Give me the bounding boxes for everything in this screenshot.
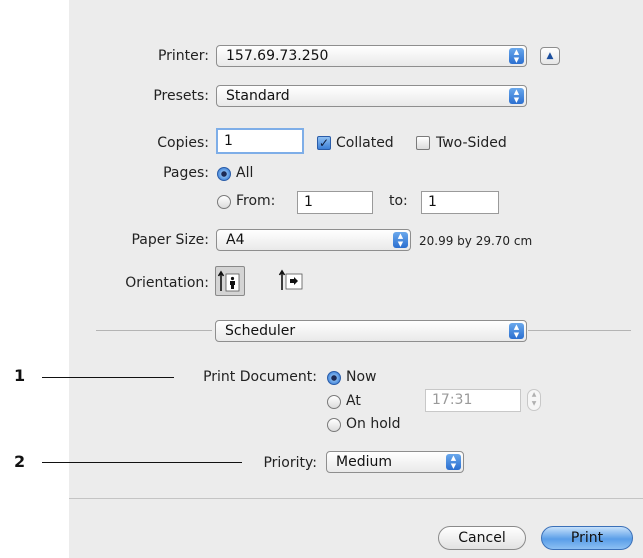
pages-label: Pages:: [163, 165, 209, 181]
orientation-label: Orientation:: [125, 275, 209, 291]
pages-to-field[interactable]: 1: [421, 191, 499, 214]
portrait-orientation-button[interactable]: [215, 266, 245, 296]
print-time-field[interactable]: 17:31: [425, 389, 521, 412]
pages-from-label: From:: [236, 193, 276, 209]
paper-size-popup[interactable]: A4 ▲ ▼: [216, 229, 411, 251]
print-document-label: Print Document:: [203, 369, 317, 385]
callout-line-1: [42, 377, 174, 378]
print-at-label: At: [346, 393, 361, 409]
pages-all-label: All: [236, 165, 254, 181]
paper-size-label: Paper Size:: [131, 232, 209, 248]
print-button[interactable]: Print: [541, 526, 633, 550]
landscape-orientation-button[interactable]: [277, 266, 307, 296]
priority-label: Priority:: [263, 455, 317, 471]
stepper-arrows-icon: ▲ ▼: [509, 323, 524, 339]
printer-label: Printer:: [157, 48, 209, 64]
print-on-hold-label: On hold: [346, 416, 401, 432]
cancel-button[interactable]: Cancel: [438, 526, 526, 550]
presets-value: Standard: [226, 88, 290, 104]
priority-value: Medium: [336, 454, 392, 470]
presets-label: Presets:: [153, 88, 209, 104]
section-divider-left: [96, 330, 212, 331]
callout-line-2: [42, 462, 242, 463]
stepper-arrows-icon: ▲ ▼: [509, 48, 524, 64]
print-now-label: Now: [346, 369, 377, 385]
footer-divider: [69, 498, 643, 499]
two-sided-label: Two-Sided: [436, 135, 507, 151]
section-divider-right: [528, 330, 631, 331]
callout-number-1: 1: [14, 366, 26, 385]
section-value: Scheduler: [225, 323, 296, 339]
collated-label: Collated: [336, 135, 394, 151]
checkmark-icon: ✓: [318, 136, 330, 150]
time-stepper[interactable]: ▲ ▼: [527, 389, 541, 411]
disclosure-button[interactable]: ▲: [540, 47, 560, 65]
printer-popup[interactable]: 157.69.73.250 ▲ ▼: [216, 45, 527, 67]
pages-all-radio[interactable]: [217, 167, 231, 181]
landscape-icon: [278, 269, 303, 290]
paper-dimensions: 20.99 by 29.70 cm: [419, 234, 533, 248]
print-on-hold-radio[interactable]: [327, 418, 341, 432]
callout-number-2: 2: [14, 452, 26, 471]
portrait-icon: [217, 270, 240, 292]
print-at-radio[interactable]: [327, 395, 341, 409]
triangle-up-icon: ▲: [546, 51, 554, 61]
print-now-radio[interactable]: [327, 371, 341, 385]
stepper-arrows-icon: ▲ ▼: [393, 232, 408, 248]
copies-field[interactable]: 1: [216, 128, 304, 154]
presets-popup[interactable]: Standard ▲ ▼: [216, 85, 527, 107]
paper-size-value: A4: [226, 232, 245, 248]
copies-label: Copies:: [157, 135, 209, 151]
stepper-arrows-icon: ▲ ▼: [509, 88, 524, 104]
pages-to-label: to:: [389, 193, 408, 209]
collated-checkbox[interactable]: ✓: [317, 136, 331, 150]
stepper-arrows-icon: ▲ ▼: [446, 454, 461, 470]
printer-value: 157.69.73.250: [226, 48, 329, 64]
two-sided-checkbox[interactable]: [416, 136, 430, 150]
section-popup[interactable]: Scheduler ▲ ▼: [215, 320, 527, 342]
pages-from-radio[interactable]: [217, 195, 231, 209]
priority-popup[interactable]: Medium ▲ ▼: [326, 451, 464, 473]
pages-from-field[interactable]: 1: [297, 191, 373, 214]
